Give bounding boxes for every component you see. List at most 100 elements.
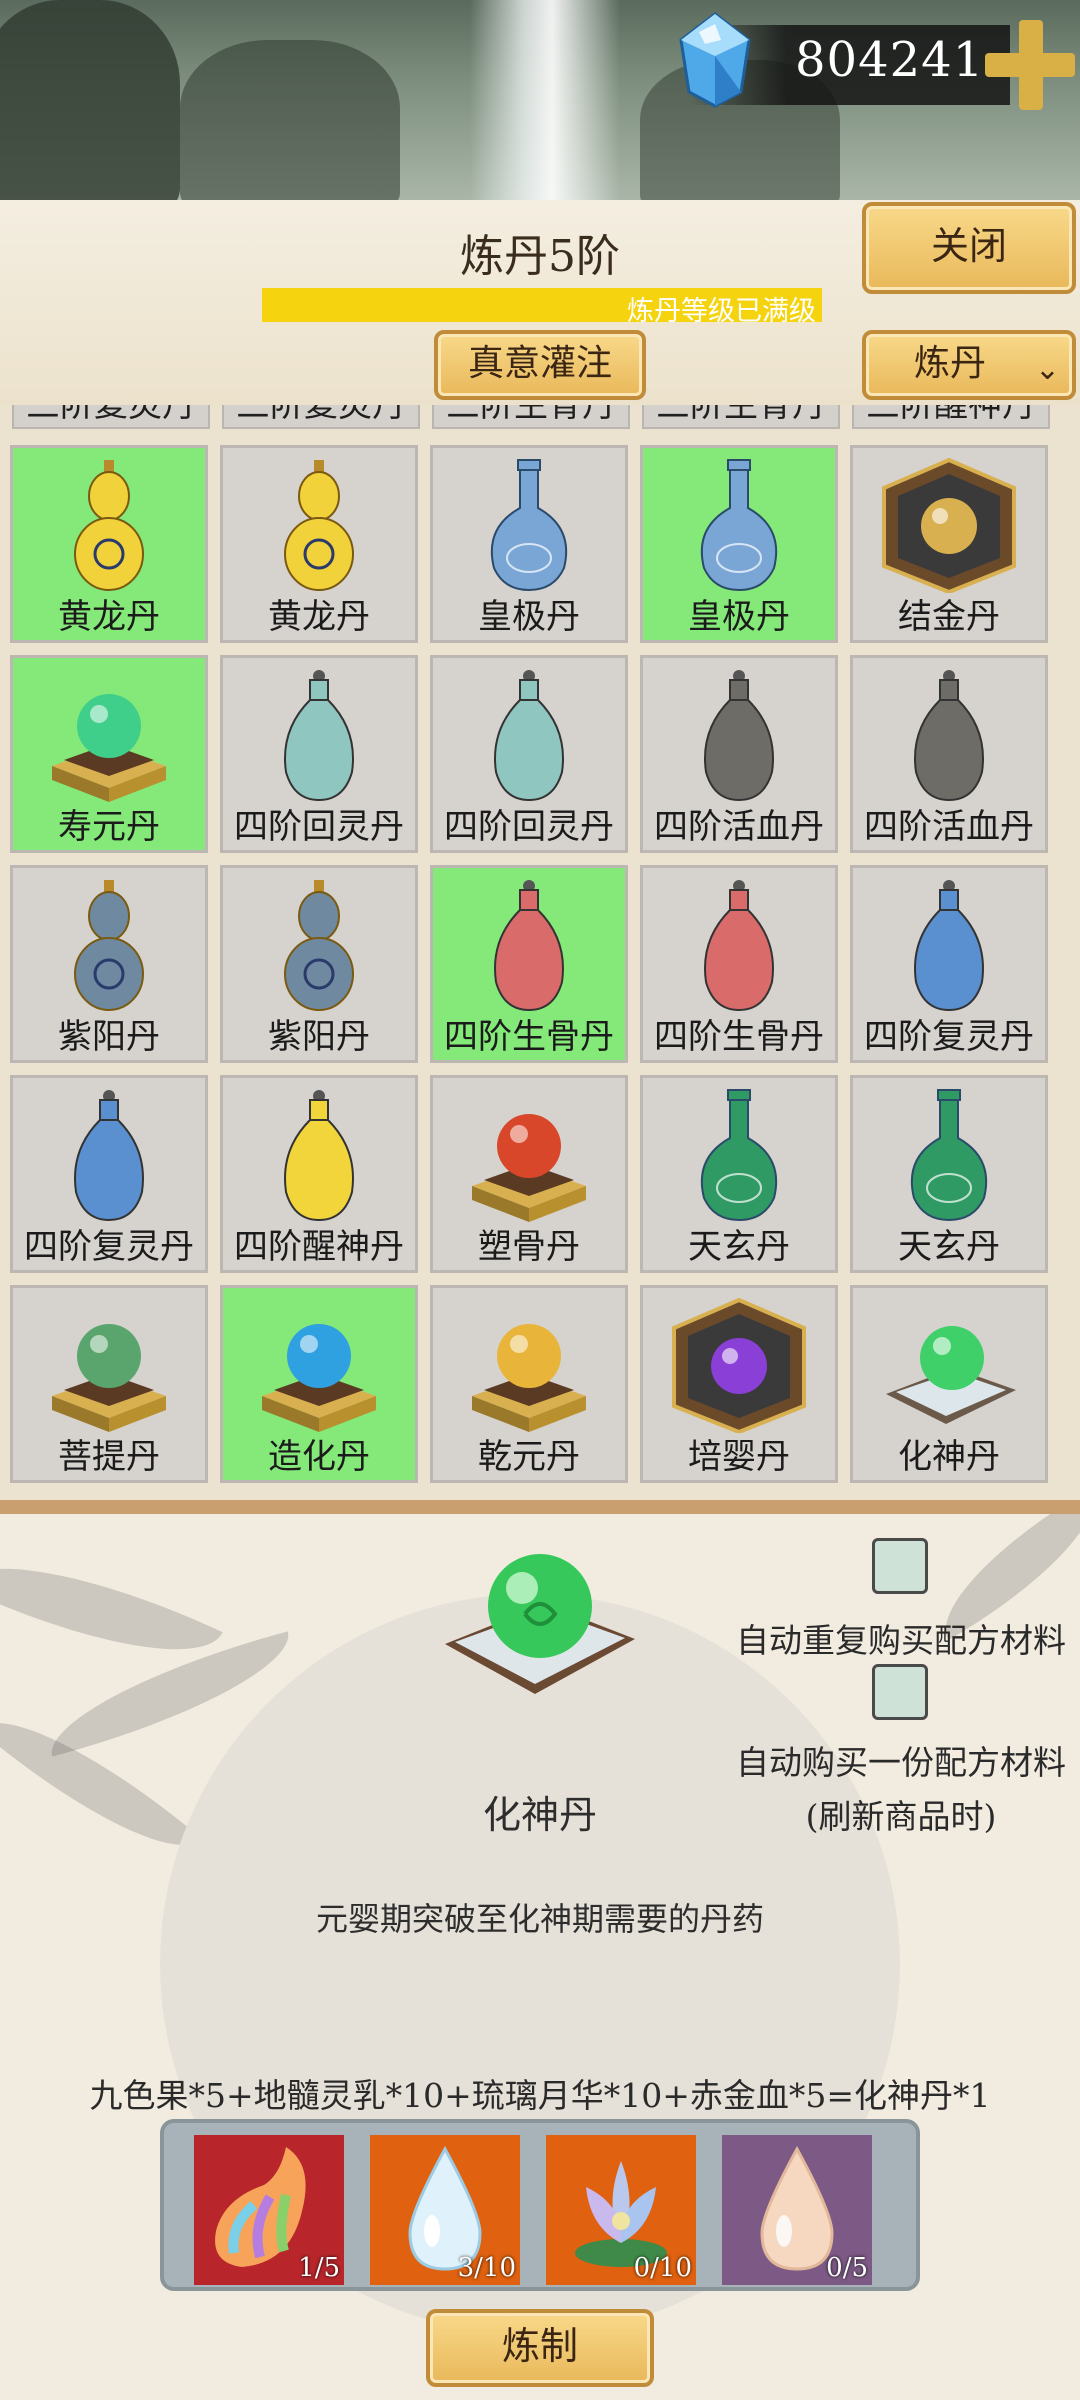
currency-value: 804241 — [795, 32, 985, 88]
close-button[interactable]: 关闭 — [862, 202, 1076, 294]
pill-grid-item-label: 乾元丹 — [478, 1437, 580, 1477]
partial-row: 三阶复灵丹 三阶复灵丹 三阶生骨丹 三阶生骨丹 三阶醒神丹 — [0, 405, 1080, 429]
craft-button[interactable]: 炼制 — [426, 2309, 654, 2387]
vase-icon — [664, 458, 814, 593]
pill-grid: 三阶复灵丹 三阶复灵丹 三阶生骨丹 三阶生骨丹 三阶醒神丹 黄龙丹 黄龙丹 皇极丹 皇极… — [0, 405, 1080, 1500]
pill-grid-item[interactable]: 四阶回灵丹 — [220, 655, 418, 853]
vase-icon — [664, 1088, 814, 1223]
gourd-icon — [244, 878, 394, 1013]
pill-grid-item[interactable]: 菩提丹 — [10, 1285, 208, 1483]
pill-grid-item-label: 四阶活血丹 — [654, 807, 824, 847]
bottle-icon — [34, 1088, 184, 1223]
auto-buy-once-checkbox[interactable] — [872, 1664, 928, 1720]
pill-grid-item[interactable]: 紫阳丹 — [220, 865, 418, 1063]
pill-grid-item[interactable]: 四阶生骨丹 — [640, 865, 838, 1063]
bottle-icon — [244, 668, 394, 803]
pill-grid-item-label: 四阶生骨丹 — [654, 1017, 824, 1057]
pill-grid-item[interactable]: 四阶复灵丹 — [10, 1075, 208, 1273]
gourd-icon — [34, 878, 184, 1013]
pill-grid-item-label: 四阶回灵丹 — [234, 807, 404, 847]
partial-grid-item[interactable]: 三阶生骨丹 — [432, 405, 630, 429]
pill-grid-item-label: 寿元丹 — [58, 807, 160, 847]
alchemy-progress-bar: 炼丹等级已满级 — [262, 288, 822, 327]
pill-grid-item-label: 皇极丹 — [688, 597, 790, 637]
pill-grid-item-label: 黄龙丹 — [58, 597, 160, 637]
material-slot[interactable]: 0/10 — [546, 2135, 696, 2285]
orb-stand-icon — [454, 1088, 604, 1223]
partial-grid-item[interactable]: 三阶复灵丹 — [12, 405, 210, 429]
pill-grid-item[interactable]: 皇极丹 — [430, 445, 628, 643]
pill-grid-item[interactable]: 乾元丹 — [430, 1285, 628, 1483]
pill-grid-item[interactable]: 四阶复灵丹 — [850, 865, 1048, 1063]
material-count: 0/5 — [826, 2253, 868, 2283]
pill-grid-item[interactable]: 紫阳丹 — [10, 865, 208, 1063]
box-orb-icon — [874, 457, 1024, 595]
gourd-icon — [244, 458, 394, 593]
infuse-button[interactable]: 真意灌注 — [434, 330, 646, 400]
auto-buy-once-line2: (刷新商品时) — [805, 1797, 997, 1836]
vase-icon — [874, 1088, 1024, 1223]
pill-grid-item[interactable]: 四阶回灵丹 — [430, 655, 628, 853]
orb-stand-icon — [244, 1298, 394, 1433]
bottle-icon — [244, 1088, 394, 1223]
pill-grid-item[interactable]: 造化丹 — [220, 1285, 418, 1483]
partial-grid-item[interactable]: 三阶醒神丹 — [852, 405, 1050, 429]
orb-stand-icon — [34, 668, 184, 803]
material-count: 0/10 — [633, 2253, 692, 2283]
chevron-down-icon: ⌄ — [1034, 352, 1060, 387]
pill-grid-item-label: 结金丹 — [898, 597, 1000, 637]
bottle-icon — [454, 878, 604, 1013]
diamond-gem-icon — [679, 12, 751, 108]
bottle-icon — [664, 668, 814, 803]
pill-grid-item-label: 四阶醒神丹 — [234, 1227, 404, 1267]
cliff-left — [0, 0, 180, 200]
materials-frame: 1/5 3/10 0/10 0/5 — [160, 2119, 920, 2291]
pill-grid-item-label: 四阶生骨丹 — [444, 1017, 614, 1057]
pill-grid-item[interactable]: 黄龙丹 — [10, 445, 208, 643]
pill-grid-item-label: 菩提丹 — [58, 1437, 160, 1477]
pill-grid-item-label: 紫阳丹 — [268, 1017, 370, 1057]
add-currency-button[interactable] — [985, 20, 1075, 110]
material-slot[interactable]: 3/10 — [370, 2135, 520, 2285]
pill-grid-item[interactable]: 皇极丹 — [640, 445, 838, 643]
pill-grid-item-label: 造化丹 — [268, 1437, 370, 1477]
pill-grid-item[interactable]: 培婴丹 — [640, 1285, 838, 1483]
orb-stand-icon — [454, 1298, 604, 1433]
mode-dropdown-label: 炼丹 — [913, 343, 986, 384]
pill-grid-item[interactable]: 四阶醒神丹 — [220, 1075, 418, 1273]
material-count: 1/5 — [298, 2253, 340, 2283]
partial-grid-item[interactable]: 三阶复灵丹 — [222, 405, 420, 429]
material-slot[interactable]: 0/5 — [722, 2135, 872, 2285]
bottle-icon — [874, 878, 1024, 1013]
gourd-icon — [34, 458, 184, 593]
pill-grid-item[interactable]: 寿元丹 — [10, 655, 208, 853]
pill-grid-item[interactable]: 结金丹 — [850, 445, 1048, 643]
pill-grid-item-label: 黄龙丹 — [268, 597, 370, 637]
vase-icon — [454, 458, 604, 593]
pill-grid-item-label: 化神丹 — [898, 1437, 1000, 1477]
pill-grid-item[interactable]: 天玄丹 — [640, 1075, 838, 1273]
orb-stand-icon — [34, 1298, 184, 1433]
pill-grid-item[interactable]: 天玄丹 — [850, 1075, 1048, 1273]
pill-grid-item[interactable]: 塑骨丹 — [430, 1075, 628, 1273]
pill-grid-item[interactable]: 四阶活血丹 — [850, 655, 1048, 853]
bottle-icon — [664, 878, 814, 1013]
pill-grid-item[interactable]: 黄龙丹 — [220, 445, 418, 643]
mode-dropdown[interactable]: 炼丹 ⌄ — [862, 330, 1076, 400]
recipe-formula: 九色果*5+地髓灵乳*10+琉璃月华*10+赤金血*5=化神丹*1 — [89, 2076, 991, 2115]
auto-buy-once-line1: 自动购买一份配方材料 — [736, 1743, 1066, 1782]
auto-buy-once-label: 自动购买一份配方材料 (刷新商品时) — [736, 1736, 1066, 1844]
pill-grid-item-label: 四阶复灵丹 — [864, 1017, 1034, 1057]
auto-repeat-buy-checkbox[interactable] — [872, 1538, 928, 1594]
waterfall — [470, 0, 620, 200]
pill-grid-item[interactable]: 四阶生骨丹 — [430, 865, 628, 1063]
orb-cushion-icon — [874, 1298, 1024, 1433]
pill-grid-item[interactable]: 四阶活血丹 — [640, 655, 838, 853]
partial-grid-item[interactable]: 三阶生骨丹 — [642, 405, 840, 429]
pill-grid-item-label: 四阶复灵丹 — [24, 1227, 194, 1267]
pill-grid-item-label: 皇极丹 — [478, 597, 580, 637]
material-slot[interactable]: 1/5 — [194, 2135, 344, 2285]
pill-grid-item[interactable]: 化神丹 — [850, 1285, 1048, 1483]
alchemy-progress-text: 炼丹等级已满级 — [627, 296, 816, 327]
bottle-icon — [454, 668, 604, 803]
